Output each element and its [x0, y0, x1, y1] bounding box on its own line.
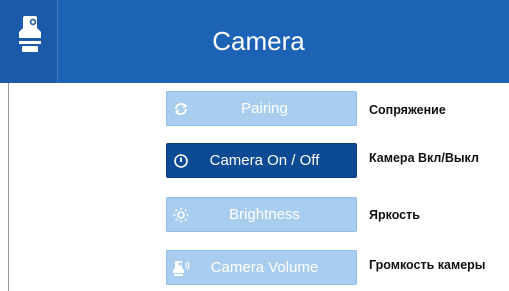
left-divider: [8, 83, 9, 291]
app-header: Camera: [0, 0, 509, 83]
brightness-caption: Яркость: [369, 208, 420, 222]
page-title: Camera: [212, 26, 305, 56]
camera-volume-icon: [167, 250, 195, 285]
brightness-button-label: Brightness: [229, 206, 300, 223]
brightness-icon: [167, 197, 195, 232]
camera-volume-caption: Громкость камеры: [369, 258, 486, 272]
camera-volume-button-label: Camera Volume: [210, 259, 319, 276]
header-icon-box[interactable]: [0, 0, 58, 83]
camera-on-off-caption: Камера Вкл/Выкл: [369, 151, 479, 165]
refresh-icon: [167, 91, 195, 126]
camera-volume-button[interactable]: Camera Volume: [166, 250, 357, 285]
power-icon: [167, 143, 195, 178]
pairing-button-label: Pairing: [241, 100, 288, 117]
brightness-button[interactable]: Brightness: [166, 197, 357, 232]
camera-device-icon: [19, 16, 41, 52]
camera-on-off-label: Camera On / Off: [209, 152, 320, 169]
pairing-caption: Сопряжение: [369, 103, 446, 117]
pairing-button[interactable]: Pairing: [166, 91, 357, 126]
camera-on-off-button[interactable]: Camera On / Off: [166, 143, 357, 178]
